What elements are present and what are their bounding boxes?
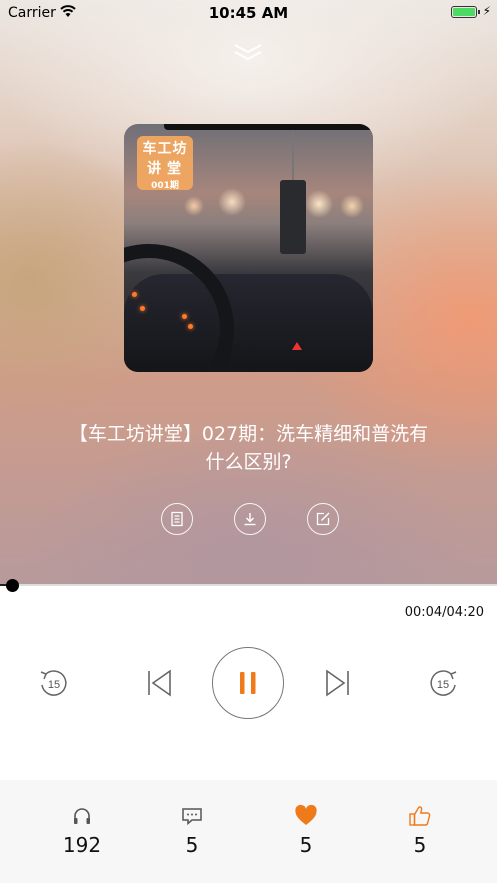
pause-icon	[240, 672, 256, 694]
progress-track[interactable]	[0, 584, 497, 586]
rewind-label: 15	[48, 679, 60, 691]
episode-title: 【车工坊讲堂】027期：洗车精细和普洗有 什么区别?	[68, 423, 429, 473]
thumbs-up-stat[interactable]: 5	[358, 780, 482, 883]
time-display: 00:04/04:20	[404, 605, 484, 620]
status-bar: Carrier 10:45 AM ⚡	[0, 0, 497, 26]
comments-stat[interactable]: 5	[130, 780, 254, 883]
thumbs-up-icon	[409, 806, 431, 826]
previous-track-button[interactable]	[147, 669, 173, 697]
collapse-chevron-icon[interactable]	[233, 42, 263, 62]
listens-count: 192	[62, 833, 102, 857]
stats-bar: 192 5 5 5	[0, 780, 497, 883]
download-icon	[244, 513, 256, 526]
battery-tip	[478, 10, 480, 14]
charging-icon: ⚡	[482, 4, 491, 18]
share-edit-icon	[316, 512, 330, 526]
rewind-15-button[interactable]: 15	[37, 666, 71, 700]
headphones-icon	[74, 808, 90, 824]
share-edit-button[interactable]	[307, 503, 339, 535]
document-list-icon	[171, 511, 183, 527]
status-time: 10:45 AM	[208, 4, 289, 22]
play-pause-button[interactable]	[212, 647, 284, 719]
battery-icon	[451, 6, 477, 18]
cover-badge: 车工坊 讲堂 001期	[137, 136, 193, 191]
album-cover: 车工坊 讲堂 001期	[124, 124, 373, 372]
progress-scrubber[interactable]	[6, 579, 19, 592]
player-background: Carrier 10:45 AM ⚡ 车工坊 讲堂 001期 【车工坊讲堂】02…	[0, 0, 497, 586]
comment-icon	[182, 808, 202, 826]
forward-label: 15	[437, 679, 449, 691]
air-freshener-graphic	[280, 180, 306, 254]
likes-count: 5	[299, 833, 313, 857]
document-list-button[interactable]	[161, 503, 193, 535]
next-track-button[interactable]	[324, 669, 350, 697]
comments-count: 5	[185, 833, 199, 857]
listens-stat[interactable]: 192	[20, 780, 144, 883]
thumbs-up-count: 5	[413, 833, 427, 857]
forward-15-button[interactable]: 15	[426, 666, 460, 700]
download-button[interactable]	[234, 503, 266, 535]
heart-icon	[295, 804, 317, 825]
likes-stat[interactable]: 5	[244, 780, 368, 883]
